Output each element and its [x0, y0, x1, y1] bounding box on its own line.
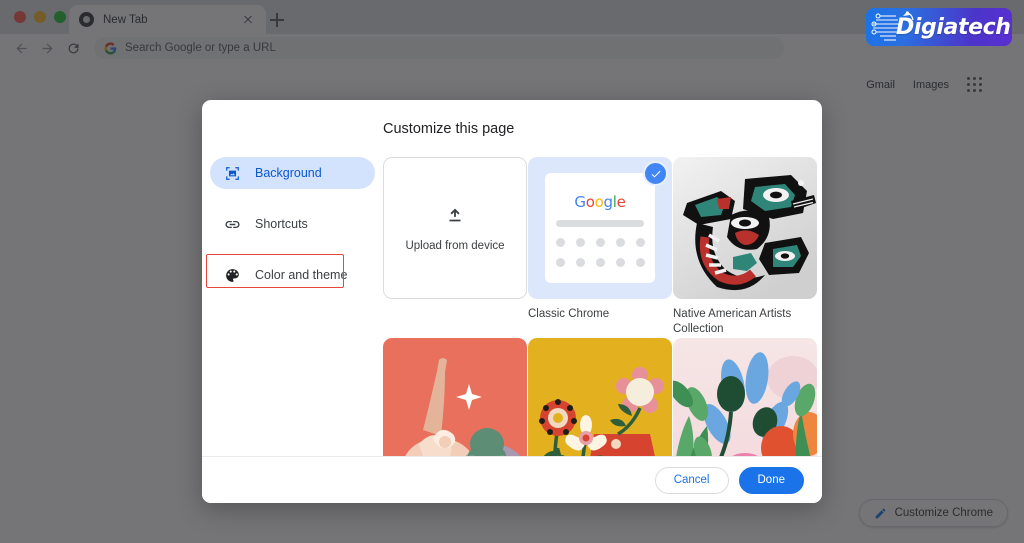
pastel-plants-illustration — [673, 338, 817, 456]
dialog-footer: Cancel Done — [202, 456, 822, 503]
theme-label: Native American Artists Collection — [673, 308, 792, 336]
upload-from-device-tile[interactable]: Upload from device — [383, 157, 527, 299]
theme-thumbnail-coral-figures[interactable] — [383, 338, 527, 456]
theme-cell-yellow-flowers — [528, 338, 672, 456]
shortcut-dots-row-2 — [555, 258, 645, 267]
theme-cell-pastel-plants — [673, 338, 817, 456]
browser-window: Gmail Images Customize Chrome New Tab — [0, 0, 1024, 543]
theme-label: Classic Chrome — [528, 308, 610, 320]
sidebar-item-label: Background — [255, 166, 322, 180]
done-button[interactable]: Done — [738, 466, 804, 494]
theme-thumbnail-yellow-flowers[interactable] — [528, 338, 672, 456]
logo-text: Digiatech — [896, 14, 1011, 40]
link-chain-icon — [225, 220, 240, 228]
upload-tile-label: Upload from device — [405, 240, 505, 252]
dialog-sidebar: Background Shortcuts Color and theme — [202, 157, 383, 456]
theme-cell-upload: Upload from device — [383, 157, 527, 337]
dialog-header: Customize this page — [202, 100, 822, 157]
search-bar-placeholder — [556, 220, 644, 227]
classic-chrome-card: Google — [545, 173, 655, 283]
theme-grid-scroll-area[interactable]: Upload from device Google Classic Chrome… — [383, 157, 822, 456]
theme-thumbnail-pastel-plants[interactable] — [673, 338, 817, 456]
theme-grid: Upload from device Google Classic Chrome… — [383, 157, 817, 456]
google-wordmark: Google — [574, 193, 626, 211]
upload-icon — [449, 208, 461, 222]
theme-cell-native-american: Native American Artists Collection — [673, 157, 817, 337]
digiatech-logo: Digiatech — [866, 8, 1012, 46]
sidebar-item-label: Shortcuts — [255, 217, 308, 231]
palette-icon — [226, 268, 239, 282]
theme-cell-classic-chrome: Google Classic Chrome — [528, 157, 672, 337]
native-american-formline-art — [673, 157, 817, 299]
sidebar-item-label: Color and theme — [255, 268, 348, 282]
selected-check-icon — [643, 161, 668, 186]
yellow-flowers-illustration — [528, 338, 672, 456]
coral-figures-illustration — [383, 338, 527, 456]
dialog-body: Background Shortcuts Color and theme Upl… — [202, 157, 822, 456]
theme-thumbnail-native-american[interactable] — [673, 157, 817, 299]
page-title: Customize this page — [383, 120, 515, 137]
sidebar-item-shortcuts[interactable]: Shortcuts — [210, 208, 375, 240]
cancel-button[interactable]: Cancel — [654, 466, 729, 494]
image-frame-icon — [226, 166, 239, 180]
shortcut-dots-row-1 — [555, 238, 645, 247]
sidebar-item-background[interactable]: Background — [210, 157, 375, 189]
theme-thumbnail-classic-chrome[interactable]: Google — [528, 157, 672, 299]
theme-cell-coral-figures — [383, 338, 527, 456]
customize-page-dialog: Customize this page Background Shortcuts — [202, 100, 822, 503]
sidebar-item-color-and-theme[interactable]: Color and theme — [206, 254, 375, 291]
